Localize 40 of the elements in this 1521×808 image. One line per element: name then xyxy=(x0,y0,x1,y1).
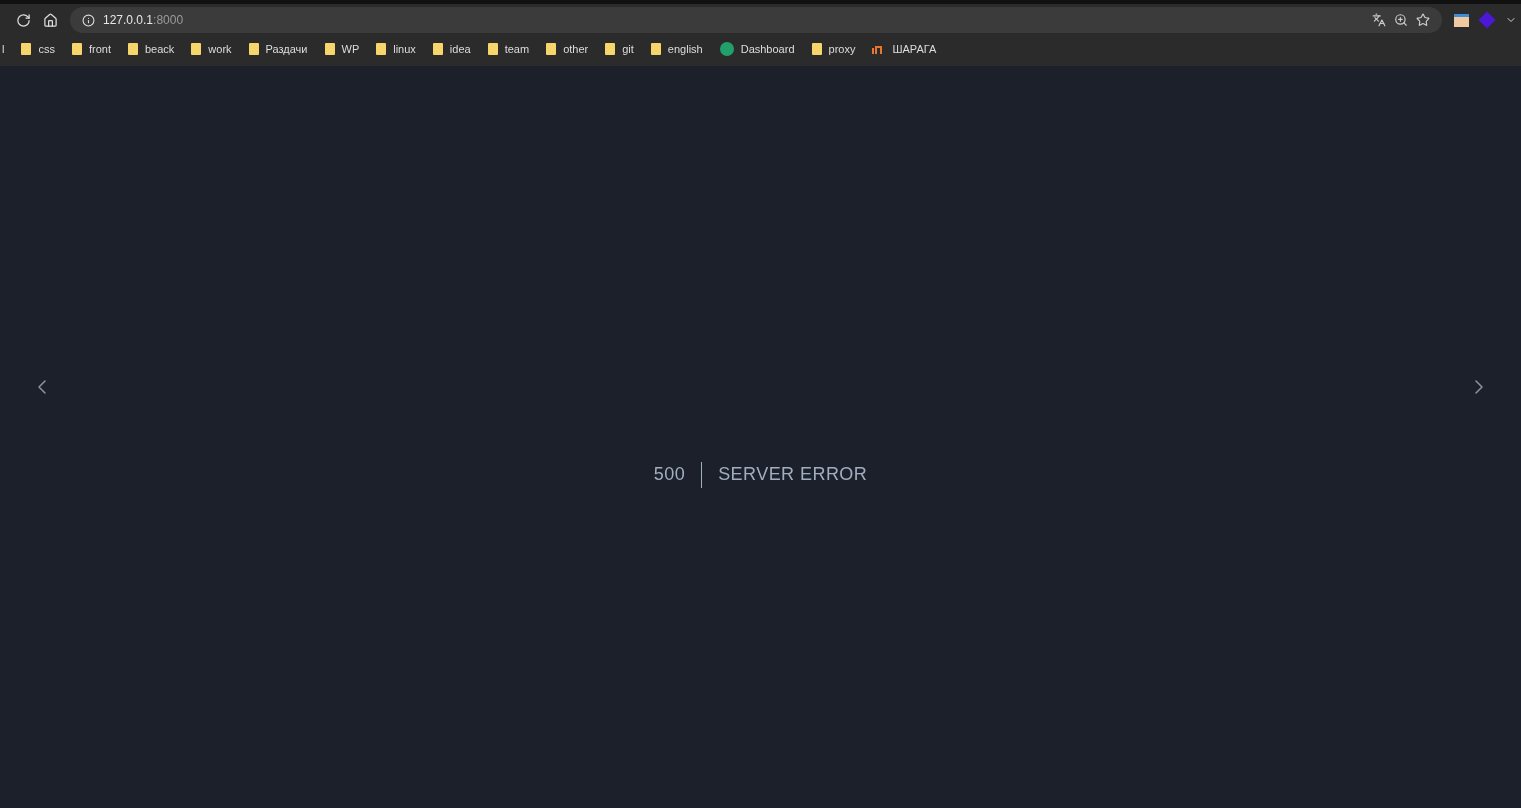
bookmark-link[interactable]: work xyxy=(208,40,232,58)
folder-icon xyxy=(376,43,387,55)
address-bar[interactable]: 127.0.0.1:8000 xyxy=(70,7,1442,33)
folder-icon xyxy=(650,43,661,55)
bookmark-link[interactable]: Dashboard xyxy=(740,40,795,58)
folder-icon xyxy=(432,43,443,55)
url-port: :8000 xyxy=(153,13,184,27)
translate-icon[interactable] xyxy=(1372,13,1386,27)
bookmark-link[interactable]: idea xyxy=(449,40,471,58)
bookmark-link[interactable]: git xyxy=(622,40,634,58)
folder-icon xyxy=(546,43,557,55)
folder-icon xyxy=(605,43,616,55)
folder-icon xyxy=(487,43,498,55)
bookmark-link[interactable]: Раздачи xyxy=(265,40,308,58)
folder-icon xyxy=(324,43,335,55)
bookmark-link[interactable]: ШАРАГА xyxy=(892,40,937,58)
error-code: 500 xyxy=(653,463,687,486)
folder-icon xyxy=(811,43,822,55)
bookmark-link[interactable]: front xyxy=(88,40,111,58)
folder-icon xyxy=(71,43,82,55)
bookmark-link[interactable]: team xyxy=(504,40,530,58)
star-icon[interactable] xyxy=(1416,13,1430,27)
bookmark-link[interactable]: linux xyxy=(393,40,416,58)
url-host: 127.0.0.1 xyxy=(103,13,154,27)
reload-icon[interactable] xyxy=(16,12,31,28)
info-icon[interactable] xyxy=(82,13,95,27)
folder-icon xyxy=(127,43,138,55)
folder-icon xyxy=(248,43,259,55)
folder-icon xyxy=(21,43,32,55)
bookmark-link[interactable]: l xyxy=(2,40,5,58)
error-message: SERVER ERROR xyxy=(717,463,868,486)
bookmark-link[interactable]: other xyxy=(563,40,589,58)
bookmark-link[interactable]: english xyxy=(667,40,703,58)
bookmark-link[interactable]: css xyxy=(38,40,55,58)
home-icon[interactable] xyxy=(43,12,58,28)
bookmark-link[interactable]: beack xyxy=(144,40,175,58)
zoom-icon[interactable] xyxy=(1394,13,1408,27)
folder-icon xyxy=(191,43,202,55)
bookmark-link[interactable]: WP xyxy=(341,40,360,58)
bookmark-link[interactable]: proxy xyxy=(828,40,856,58)
